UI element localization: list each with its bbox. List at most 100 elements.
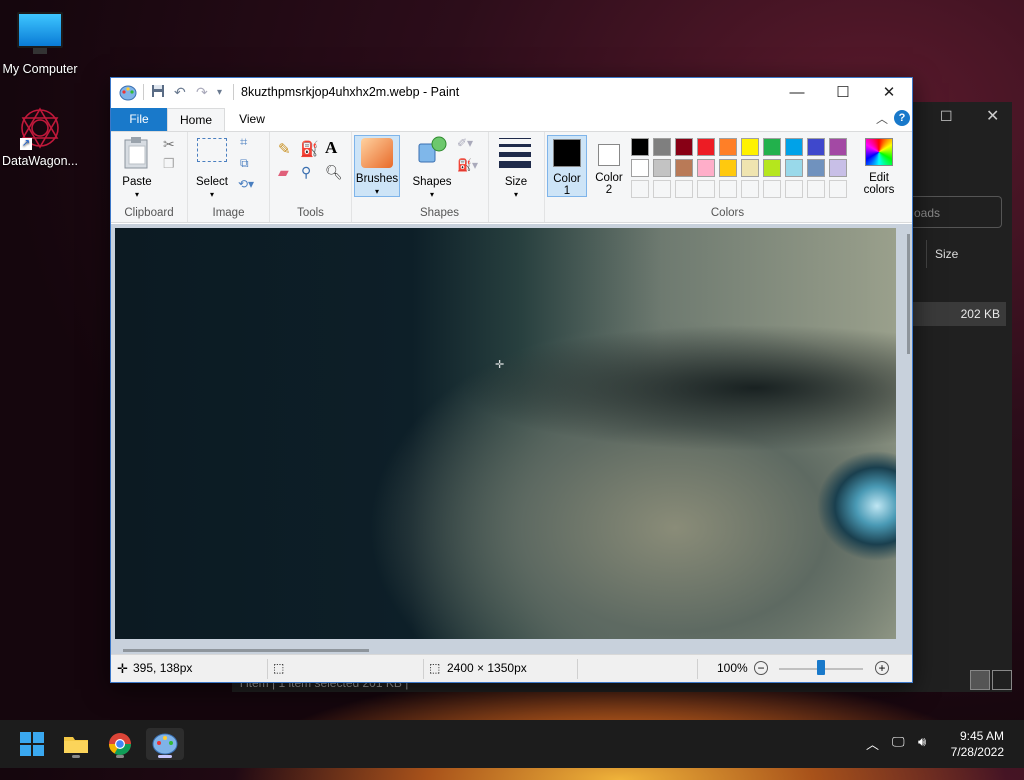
- title-bar[interactable]: ↶ ↷ ▾ 8kuzthpmsrkjop4uhxhx2m.webp - Pain…: [111, 78, 912, 108]
- start-button[interactable]: [16, 728, 48, 760]
- desktop-icon-datawagon[interactable]: ↗ DataWagon...: [0, 106, 80, 168]
- fill-icon[interactable]: ⛽: [300, 140, 319, 158]
- palette-swatch[interactable]: [807, 138, 825, 156]
- color1-label-num: 1: [563, 185, 571, 197]
- desktop-icon-my-computer[interactable]: My Computer: [0, 12, 80, 76]
- undo-icon[interactable]: ↶: [174, 84, 186, 101]
- palette-swatch[interactable]: [785, 159, 803, 177]
- maximize-icon[interactable]: ☐: [820, 78, 866, 108]
- palette-swatch[interactable]: [763, 180, 781, 198]
- crop-icon[interactable]: ⌗: [240, 134, 247, 150]
- tab-home[interactable]: Home: [167, 108, 225, 131]
- tab-file[interactable]: File: [111, 108, 167, 131]
- eraser-icon[interactable]: ▰: [278, 164, 289, 181]
- palette-swatch[interactable]: [829, 180, 847, 198]
- paint-taskbar-button[interactable]: [146, 728, 184, 760]
- desktop-icon-label: My Computer: [2, 62, 78, 76]
- maximize-icon[interactable]: ☐: [940, 108, 953, 125]
- palette-swatch[interactable]: [719, 159, 737, 177]
- palette-swatch[interactable]: [829, 138, 847, 156]
- tiles-view-icon[interactable]: [992, 670, 1012, 690]
- palette-swatch[interactable]: [675, 138, 693, 156]
- palette-swatch[interactable]: [653, 159, 671, 177]
- volume-icon[interactable]: 🔊︎: [918, 734, 926, 750]
- palette-swatch[interactable]: [631, 180, 649, 198]
- shapes-icon[interactable]: [417, 136, 447, 164]
- resize-icon[interactable]: ⧉: [240, 156, 249, 171]
- image-canvas[interactable]: ✛: [115, 228, 896, 639]
- group-image: Select ▾ ⌗ ⧉ ⟲▾ Image: [188, 132, 270, 222]
- palette-swatch[interactable]: [763, 159, 781, 177]
- image-size: 2400 × 1350px: [447, 661, 527, 675]
- save-icon[interactable]: [151, 84, 165, 101]
- palette-swatch[interactable]: [807, 159, 825, 177]
- chrome-taskbar-button[interactable]: [104, 728, 136, 760]
- redo-icon[interactable]: ↷: [196, 84, 208, 101]
- palette-swatch[interactable]: [631, 159, 649, 177]
- palette-swatch[interactable]: [675, 159, 693, 177]
- chevron-up-icon[interactable]: ︿: [866, 734, 879, 753]
- palette-swatch[interactable]: [785, 180, 803, 198]
- palette-swatch[interactable]: [697, 180, 715, 198]
- brushes-button[interactable]: Brushes ▾: [354, 135, 400, 197]
- paint-app-icon[interactable]: [119, 83, 137, 104]
- close-icon[interactable]: ✕: [986, 106, 999, 126]
- palette-swatch[interactable]: [719, 138, 737, 156]
- shape-fill-icon[interactable]: ⛽▾: [457, 158, 478, 172]
- text-icon[interactable]: A: [325, 138, 337, 158]
- palette-swatch[interactable]: [785, 138, 803, 156]
- zoom-slider-thumb[interactable]: [817, 660, 825, 675]
- palette-swatch[interactable]: [653, 180, 671, 198]
- monitor-icon: [17, 12, 63, 54]
- edit-colors-button[interactable]: Edit colors: [853, 136, 905, 198]
- details-view-icon[interactable]: [970, 670, 990, 690]
- canvas-area[interactable]: ✛: [111, 224, 912, 654]
- pencil-icon[interactable]: ✎: [278, 140, 291, 158]
- shortcut-arrow-icon: ↗: [20, 138, 32, 150]
- close-icon[interactable]: ✕: [866, 78, 912, 108]
- customize-qat-icon[interactable]: ▾: [217, 87, 222, 98]
- size-icon[interactable]: [499, 138, 531, 168]
- palette-swatch[interactable]: [719, 180, 737, 198]
- color2-button[interactable]: Color 2: [589, 135, 629, 197]
- palette-swatch[interactable]: [829, 159, 847, 177]
- palette-swatch[interactable]: [653, 138, 671, 156]
- minimize-ribbon-icon[interactable]: ︿: [876, 110, 888, 127]
- palette-swatch[interactable]: [741, 159, 759, 177]
- zoom-in-button[interactable]: +: [875, 661, 889, 675]
- palette-swatch[interactable]: [631, 138, 649, 156]
- minimize-icon[interactable]: —: [774, 78, 820, 108]
- tab-view[interactable]: View: [229, 108, 275, 131]
- ribbon: Paste ▾ ✂ ❐ Clipboard Select ▾ ⌗ ⧉ ⟲▾ Im…: [111, 131, 912, 223]
- palette-swatch[interactable]: [697, 159, 715, 177]
- zoom-out-button[interactable]: −: [754, 661, 768, 675]
- palette-swatch[interactable]: [763, 138, 781, 156]
- palette-swatch[interactable]: [697, 138, 715, 156]
- select-icon[interactable]: [197, 138, 227, 162]
- cut-icon[interactable]: ✂: [163, 136, 175, 153]
- paint-window[interactable]: ↶ ↷ ▾ 8kuzthpmsrkjop4uhxhx2m.webp - Pain…: [110, 77, 913, 683]
- clock[interactable]: 9:45 AM 7/28/2022: [951, 728, 1004, 760]
- color-picker-icon[interactable]: ⚲: [301, 164, 311, 181]
- network-icon[interactable]: 🖵︎: [892, 734, 905, 750]
- group-label-colors: Colors: [710, 207, 745, 219]
- explorer-search-input[interactable]: oads: [912, 196, 1002, 228]
- file-row-size[interactable]: 202 KB: [912, 302, 1006, 326]
- help-icon[interactable]: ?: [894, 110, 910, 126]
- color1-button[interactable]: Color 1: [547, 135, 587, 197]
- paste-button[interactable]: [123, 136, 151, 170]
- datawagon-icon: ↗: [18, 106, 62, 150]
- vertical-scrollbar[interactable]: [907, 234, 910, 354]
- palette-swatch[interactable]: [675, 180, 693, 198]
- palette-swatch[interactable]: [741, 180, 759, 198]
- palette-swatch[interactable]: [807, 180, 825, 198]
- column-header-size[interactable]: Size: [926, 240, 1006, 268]
- horizontal-scrollbar[interactable]: [123, 649, 369, 652]
- rotate-icon[interactable]: ⟲▾: [238, 177, 254, 191]
- outline-icon[interactable]: ✐▾: [457, 136, 473, 150]
- file-explorer-taskbar-button[interactable]: [60, 728, 92, 760]
- copy-icon[interactable]: ❐: [163, 156, 175, 172]
- crosshair-cursor-icon: ✛: [495, 359, 505, 371]
- palette-swatch[interactable]: [741, 138, 759, 156]
- magnifier-icon[interactable]: 🔍︎: [325, 164, 343, 181]
